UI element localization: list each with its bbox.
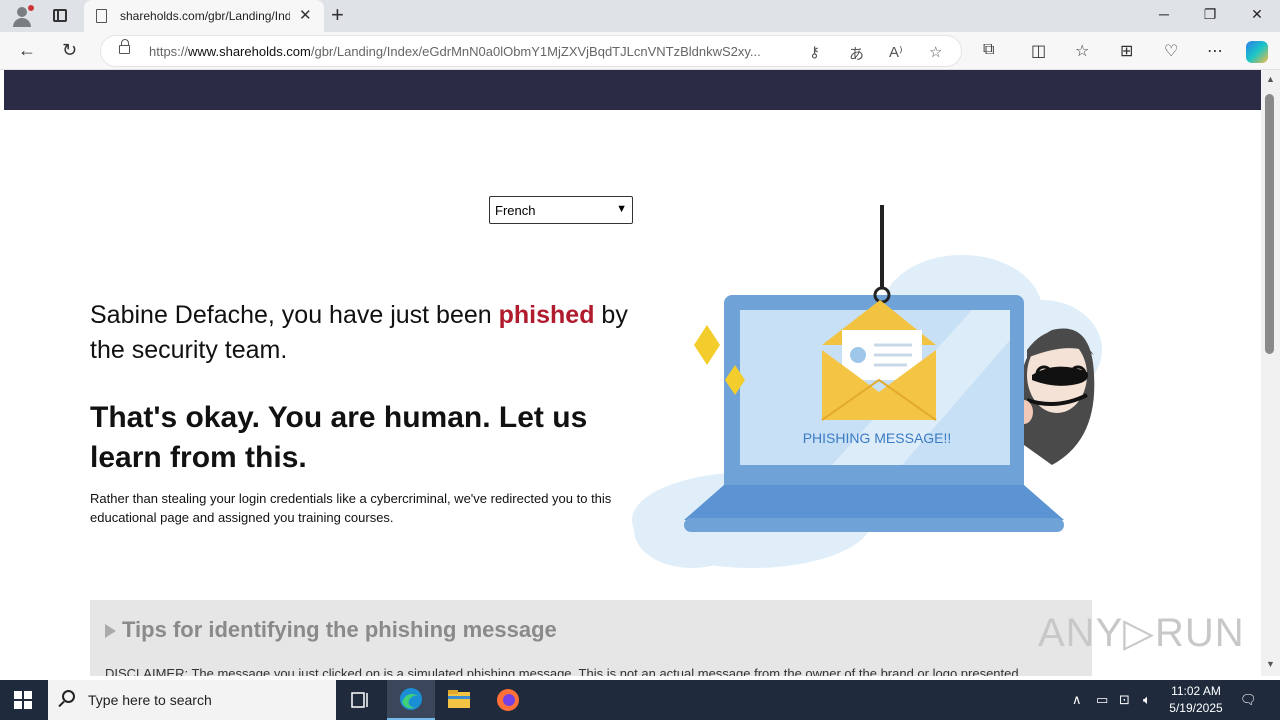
file-explorer-icon[interactable] [435,680,483,720]
tab-close-button[interactable]: ✕ [299,7,312,25]
url-text[interactable]: https://www.shareholds.com/gbr/Landing/I… [149,44,794,59]
key-icon[interactable]: ⚷ [809,43,820,61]
browser-tab[interactable]: shareholds.com/gbr/Landing/Ind ✕ [84,0,324,32]
phished-word: phished [498,301,595,329]
more-icon[interactable]: ⋯ [1207,41,1223,61]
page-header [4,70,1261,110]
restore-button[interactable]: ❐ [1195,6,1225,23]
tray-chevron-icon[interactable]: ∧ [1072,692,1082,708]
phishing-illustration: PHISHING MESSAGE!! [632,205,1102,568]
system-clock[interactable]: 11:02 AM 5/19/2025 [1160,683,1232,717]
refresh-icon[interactable]: ↻ [62,40,77,60]
tips-section[interactable]: Tips for identifying the phishing messag… [90,600,1092,676]
device-icon[interactable]: ▭ [1096,692,1108,708]
collections-icon[interactable]: ⊞ [1120,41,1133,61]
favorite-star-icon[interactable]: ☆ [929,43,942,61]
edge-taskbar-icon[interactable] [387,680,435,720]
read-aloud-icon[interactable]: A⁾ [889,43,903,61]
browser-toolbar: ← ↻ https://www.shareholds.com/gbr/Landi… [0,32,1280,70]
windows-taskbar: Type here to search ∧ ▭ ⊡ 🔈︎ 11:02 AM 5/… [0,680,1280,720]
copilot-icon[interactable] [1246,41,1268,63]
clock-time: 11:02 AM [1171,684,1221,698]
back-icon[interactable]: ← [18,40,36,60]
tips-title[interactable]: Tips for identifying the phishing messag… [122,617,557,643]
notification-icon[interactable]: 🗨︎ [1240,692,1257,708]
network-icon[interactable]: ⊡ [1119,692,1130,708]
scrollbar-thumb[interactable] [1265,94,1274,354]
new-tab-button[interactable]: + [331,4,344,26]
expand-triangle-icon[interactable] [105,624,116,638]
page-scrollbar[interactable]: ▲ ▼ [1261,70,1280,676]
minimize-button[interactable]: ─ [1149,6,1179,22]
browser-tab-bar: shareholds.com/gbr/Landing/Ind ✕ + ─ ❐ ✕ [0,0,1280,32]
volume-icon[interactable]: 🔈︎ [1143,692,1151,708]
firefox-icon[interactable] [484,680,532,720]
address-bar[interactable]: https://www.shareholds.com/gbr/Landing/I… [100,35,962,67]
anyrun-watermark: ANY▷RUN [1038,611,1245,655]
page-content: French ▼ Sabine Defache, you have just b… [4,70,1261,676]
illustration-caption: PHISHING MESSAGE!! [803,430,952,446]
task-view-icon[interactable] [336,680,384,720]
split-screen-icon[interactable]: ◫ [1031,41,1046,61]
windows-start-icon[interactable] [14,691,32,709]
favorites-icon[interactable]: ☆ [1075,41,1089,61]
close-window-button[interactable]: ✕ [1242,6,1272,23]
extensions-icon[interactable]: ⧉ [983,41,994,59]
disclaimer-text: DISCLAIMER: The message you just clicked… [105,666,1023,676]
clock-date: 5/19/2025 [1169,701,1223,715]
search-placeholder: Type here to search [88,692,212,708]
tab-actions-icon[interactable] [50,6,70,26]
url-host: www.shareholds.com [188,44,311,59]
language-select[interactable]: French ▼ [489,196,633,224]
page-headline: That's okay. You are human. Let us learn… [90,401,588,474]
chevron-down-icon: ▼ [616,203,627,215]
page-icon [96,9,107,23]
lock-icon[interactable] [119,39,130,54]
performance-icon[interactable]: ♡ [1164,41,1178,61]
profile-icon[interactable] [10,5,34,27]
search-icon [62,690,75,703]
scroll-up-icon[interactable]: ▲ [1266,74,1275,84]
translate-icon[interactable]: あ [849,43,864,64]
language-select-value: French [495,203,536,218]
tab-title: shareholds.com/gbr/Landing/Ind [120,9,290,23]
description-text: Rather than stealing your login credenti… [90,491,612,525]
greeting-text: Sabine Defache, you have just been phish… [90,301,628,364]
taskbar-search[interactable]: Type here to search [48,680,336,720]
scroll-down-icon[interactable]: ▼ [1266,659,1275,669]
